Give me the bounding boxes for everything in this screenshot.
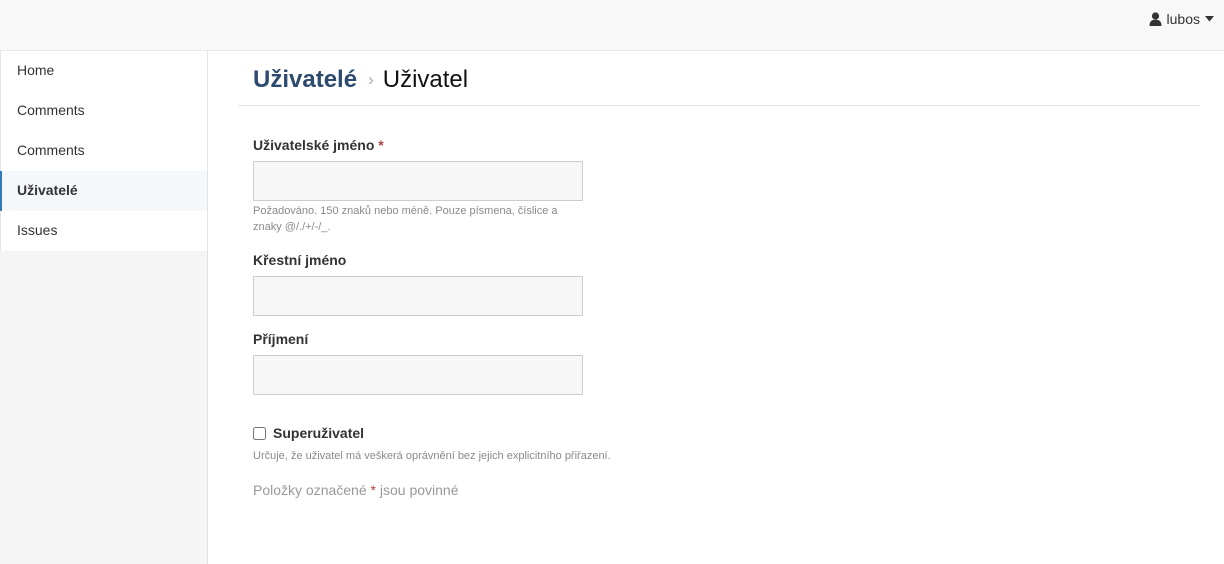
breadcrumb-separator: › [368, 70, 374, 89]
sidebar: Home Comments Comments Uživatelé Issues [0, 51, 208, 564]
user-menu[interactable]: lubos [1149, 11, 1214, 27]
user-form: Uživatelské jméno * Požadováno. 150 znak… [238, 106, 1200, 498]
first-name-group: Křestní jméno [253, 252, 1200, 331]
first-name-input[interactable] [253, 276, 583, 316]
username-group: Uživatelské jméno * Požadováno. 150 znak… [253, 137, 1200, 252]
user-icon [1149, 12, 1162, 26]
superuser-checkbox[interactable] [253, 426, 266, 440]
required-fields-note: Položky označené * jsou povinné [253, 482, 1200, 498]
required-note-before: Položky označené [253, 482, 367, 498]
superuser-row: Superuživatel [253, 424, 1200, 442]
sidebar-item-comments-2[interactable]: Comments [0, 131, 207, 171]
main-content: Uživatelé › Uživatel Uživatelské jméno *… [238, 51, 1200, 498]
user-name: lubos [1166, 11, 1200, 27]
breadcrumb-users-link[interactable]: Uživatelé [253, 66, 357, 94]
sidebar-item-home[interactable]: Home [0, 51, 207, 91]
required-note-asterisk: * [370, 482, 376, 498]
sidebar-item-users[interactable]: Uživatelé [0, 171, 207, 211]
superuser-help-text: Určuje, že uživatel má veškerá oprávnění… [253, 450, 611, 462]
required-note-after: jsou povinné [379, 482, 459, 498]
username-help-text: Požadováno. 150 znaků nebo méně. Pouze p… [253, 205, 558, 233]
page-title: Uživatel [382, 66, 469, 93]
first-name-label: Křestní jméno [253, 252, 347, 268]
required-asterisk: * [378, 137, 384, 153]
superuser-label[interactable]: Superuživatel [273, 425, 364, 441]
last-name-input[interactable] [253, 355, 583, 395]
sidebar-item-comments[interactable]: Comments [0, 91, 207, 131]
last-name-label: Příjmení [253, 331, 309, 347]
last-name-group: Příjmení [253, 331, 1200, 410]
top-navbar: lubos [0, 0, 1224, 51]
sidebar-item-issues[interactable]: Issues [0, 211, 207, 251]
username-label: Uživatelské jméno * [253, 137, 1200, 153]
breadcrumb: Uživatelé › Uživatel [238, 51, 1200, 106]
username-label-text: Uživatelské jméno [253, 137, 375, 153]
caret-down-icon [1205, 16, 1214, 22]
username-input[interactable] [253, 161, 583, 201]
